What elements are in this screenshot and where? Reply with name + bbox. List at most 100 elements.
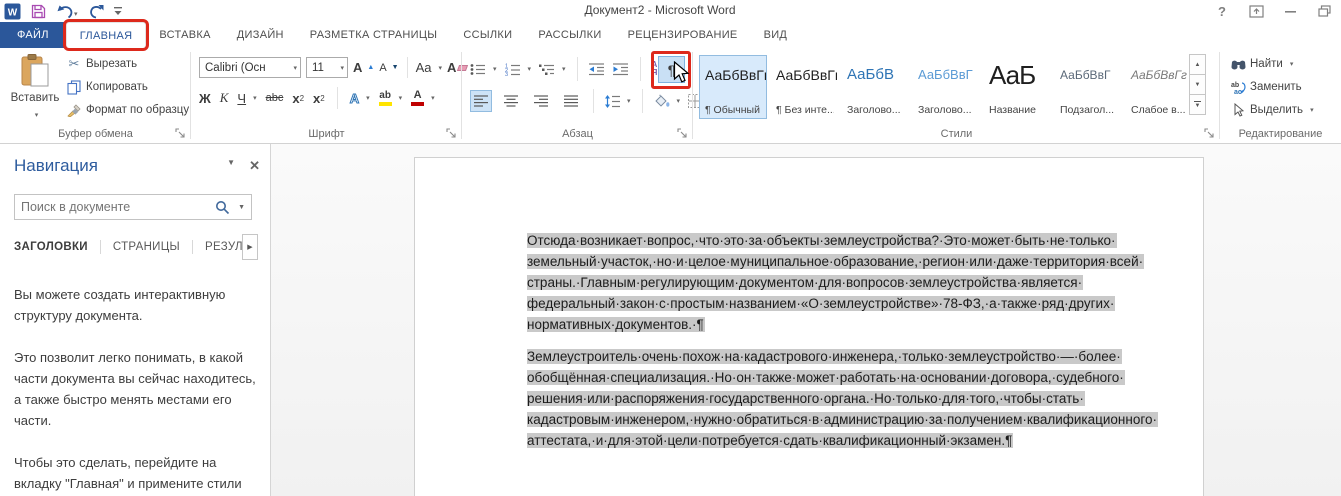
navigation-options-dropdown-icon[interactable]: ▼	[227, 158, 235, 174]
highlight-dropdown-icon[interactable]: ▾	[399, 94, 403, 102]
change-case-button[interactable]: Aa▾	[416, 60, 442, 75]
style-preview: АаБ	[989, 60, 1047, 92]
nav-tab-pages[interactable]: СТРАНИЦЫ	[113, 241, 180, 253]
superscript-button[interactable]: х2	[313, 91, 325, 106]
text-effects-dropdown-icon[interactable]: ▾	[366, 94, 370, 102]
copy-button[interactable]: Копировать	[66, 79, 189, 95]
selected-text[interactable]: кадастровым·инженером,·нужно·обратиться·…	[527, 412, 1158, 427]
word-logo-icon[interactable]: W	[4, 1, 21, 21]
document-page[interactable]: Отсюда·возникает·вопрос,·что·это·за·объе…	[414, 157, 1204, 496]
format-painter-button[interactable]: Формат по образцу	[66, 102, 189, 118]
ribbon-tab[interactable]: ГЛАВНАЯ	[66, 22, 147, 48]
grow-font-button[interactable]: А▲	[353, 60, 374, 75]
line-spacing-button[interactable]: ▾	[605, 95, 631, 108]
numbering-dropdown-icon[interactable]: ▾	[528, 65, 532, 73]
numbering-button[interactable]: 123▾	[505, 63, 532, 76]
subscript-button[interactable]: х2	[292, 91, 304, 106]
style-card[interactable]: АаБбВвГг, ¶ Обычный	[699, 55, 767, 119]
font-size-dropdown-icon[interactable]: ▾	[340, 64, 344, 72]
font-size-combo[interactable]: 11▾	[306, 57, 348, 78]
find-dropdown-icon[interactable]: ▾	[1290, 60, 1294, 68]
ribbon-tab[interactable]: ВИД	[751, 22, 801, 48]
align-left-button[interactable]	[470, 90, 492, 112]
ribbon-tab[interactable]: РЕЦЕНЗИРОВАНИЕ	[615, 22, 751, 48]
italic-button[interactable]: К	[220, 90, 229, 106]
ribbon-tab[interactable]: ФАЙЛ	[0, 22, 66, 48]
selected-text[interactable]: земельный·участок,·но·и·целое·муниципаль…	[527, 254, 1144, 269]
restore-icon[interactable]	[1315, 2, 1333, 20]
bullets-dropdown-icon[interactable]: ▾	[493, 65, 497, 73]
multilevel-list-button[interactable]: ▾	[539, 63, 566, 76]
text-effects-button[interactable]: А▾	[350, 91, 370, 106]
search-dropdown-icon[interactable]: ▼	[232, 204, 251, 211]
minimize-icon[interactable]	[1281, 2, 1299, 20]
undo-icon[interactable]: ▾	[56, 1, 78, 21]
shading-dropdown-icon[interactable]: ▾	[677, 97, 681, 105]
text-effects-glyph: А	[350, 91, 359, 106]
ribbon-display-options-icon[interactable]	[1247, 2, 1265, 20]
align-right-button[interactable]	[530, 90, 552, 112]
search-icon[interactable]	[213, 200, 232, 215]
replace-button[interactable]: abac Заменить	[1230, 79, 1314, 95]
font-color-button[interactable]: А▾	[411, 90, 435, 106]
search-input[interactable]	[15, 200, 213, 214]
selected-text[interactable]: страны.·Главным·регулирующим·документом·…	[527, 275, 1083, 290]
gallery-more-icon[interactable]: ▼	[1189, 94, 1206, 115]
select-dropdown-icon[interactable]: ▾	[1310, 106, 1314, 114]
selected-text[interactable]: нормативных·документов.·¶	[527, 317, 705, 332]
line-spacing-dropdown-icon[interactable]: ▾	[627, 97, 631, 105]
paste-button[interactable]: Вставить ▾	[10, 54, 60, 130]
customize-qat-icon[interactable]	[114, 1, 123, 21]
paste-dropdown-icon[interactable]: ▾	[35, 112, 39, 119]
selected-text[interactable]: федеральный·закон·с·простым·названием·«О…	[527, 296, 1115, 311]
decrease-indent-button[interactable]	[589, 63, 605, 76]
select-button[interactable]: Выделить ▾	[1230, 102, 1314, 118]
underline-dropdown-icon[interactable]: ▾	[253, 94, 257, 102]
ribbon-tab[interactable]: РАССЫЛКИ	[525, 22, 614, 48]
style-card[interactable]: АаБбВвГ Заголово...	[912, 55, 980, 119]
style-card[interactable]: АаБбВ Заголово...	[841, 55, 909, 119]
replace-icon: abac	[1230, 79, 1246, 95]
selected-text[interactable]: обобщённая·специализация.·Но·он·также·мо…	[527, 370, 1125, 385]
bullets-button[interactable]: ▾	[470, 63, 497, 76]
selected-text[interactable]: Землеустроитель·очень·похож·на·кадастров…	[527, 349, 1122, 364]
align-center-button[interactable]	[500, 90, 522, 112]
find-button[interactable]: Найти ▾	[1230, 56, 1314, 72]
cut-button[interactable]: ✂ Вырезать	[66, 56, 189, 72]
navigation-close-icon[interactable]: ✕	[249, 158, 260, 174]
multilevel-dropdown-icon[interactable]: ▾	[562, 65, 566, 73]
ribbon-tab[interactable]: РАЗМЕТКА СТРАНИЦЫ	[297, 22, 451, 48]
bold-button[interactable]: Ж	[199, 91, 211, 106]
svg-text:3: 3	[505, 72, 508, 76]
nav-tabs-overflow-icon[interactable]: ▶	[242, 234, 258, 260]
underline-button[interactable]: Ч▾	[237, 91, 256, 106]
save-icon[interactable]	[31, 1, 46, 21]
selected-text[interactable]: решения·или·распоряжения·государственног…	[527, 391, 1085, 406]
font-name-dropdown-icon[interactable]: ▾	[293, 64, 297, 72]
style-card[interactable]: АаБбВвГг Слабое в...	[1125, 55, 1193, 119]
document-text[interactable]: Отсюда·возникает·вопрос,·что·это·за·объе…	[527, 230, 1158, 451]
style-card[interactable]: АаБ Название	[983, 55, 1051, 119]
shrink-font-button[interactable]: А▼	[379, 62, 398, 74]
selected-text[interactable]: Отсюда·возникает·вопрос,·что·это·за·объе…	[527, 233, 1117, 248]
redo-icon[interactable]	[88, 1, 104, 21]
gallery-up-icon[interactable]: ▲	[1189, 54, 1206, 75]
style-card[interactable]: АаБбВвГг, ¶ Без инте...	[770, 55, 838, 119]
ribbon-tab[interactable]: ВСТАВКА	[146, 22, 223, 48]
style-card[interactable]: АаБбВвГ Подзагол...	[1054, 55, 1122, 119]
justify-button[interactable]	[560, 90, 582, 112]
ribbon-tab[interactable]: ДИЗАЙН	[224, 22, 297, 48]
ribbon-tab[interactable]: ССЫЛКИ	[450, 22, 525, 48]
increase-indent-button[interactable]	[613, 63, 629, 76]
shading-button[interactable]: ▾	[654, 94, 681, 108]
highlight-button[interactable]: ab▾	[379, 91, 403, 106]
help-icon[interactable]: ?	[1213, 2, 1231, 20]
change-case-dropdown-icon[interactable]: ▾	[439, 64, 443, 72]
font-color-dropdown-icon[interactable]: ▾	[431, 94, 435, 102]
font-name-combo[interactable]: Calibri (Осн▾	[199, 57, 301, 78]
style-preview: АаБбВвГг	[1131, 60, 1189, 92]
nav-tab-headings[interactable]: ЗАГОЛОВКИ	[14, 241, 88, 253]
gallery-down-icon[interactable]: ▼	[1189, 74, 1206, 95]
strikethrough-button[interactable]: abc	[266, 92, 284, 104]
selected-text[interactable]: аттестата,·и·для·этой·цели·потребуется·с…	[527, 433, 1013, 448]
